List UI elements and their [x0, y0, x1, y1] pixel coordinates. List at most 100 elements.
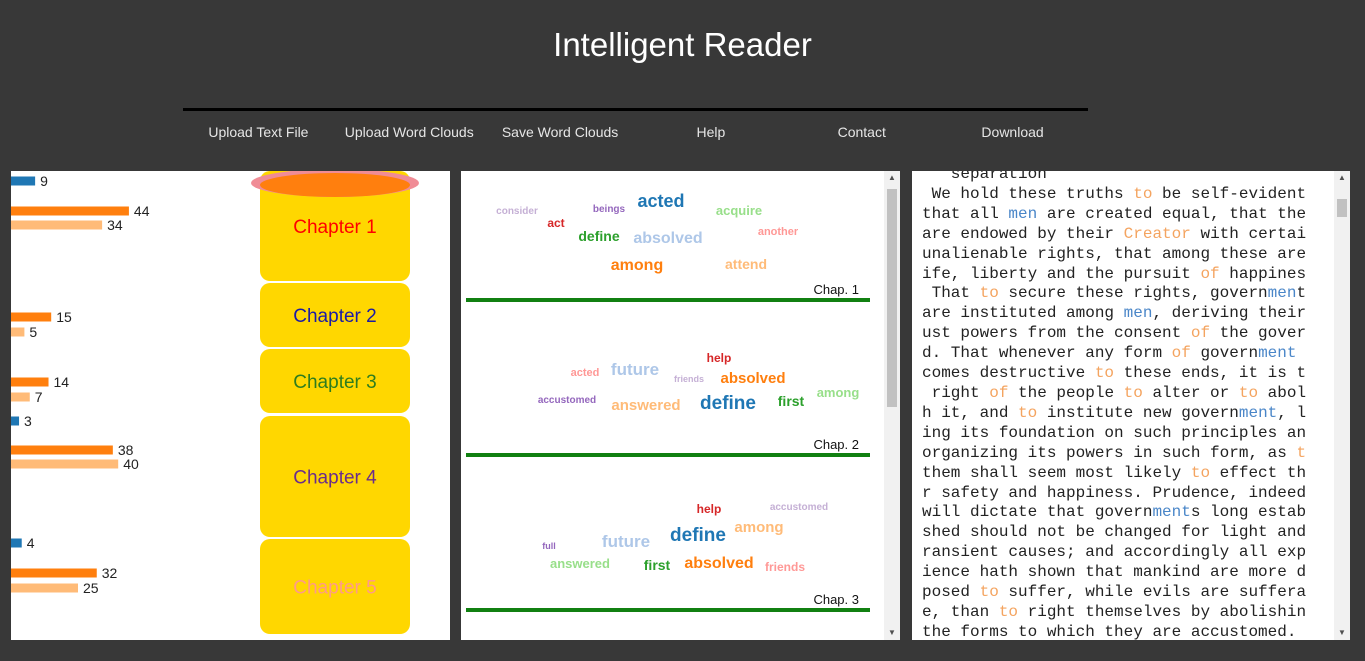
chapter-bar-panel: 9 44 34 15 5 14 7 3 38 40 4 32 25 Chapter 1 Chapter 2C…	[11, 171, 450, 640]
scroll-up-icon[interactable]: ▲	[1334, 171, 1350, 185]
cloud-word[interactable]: first	[778, 393, 805, 409]
reader-line: That to secure these rights, government	[922, 284, 1307, 303]
download-button[interactable]: Download	[937, 108, 1088, 148]
word-cloud-chapter-2[interactable]: help acted future friends absolved among accus…	[466, 351, 870, 457]
reader-scrollbar[interactable]: ▲ ▼	[1334, 171, 1350, 640]
cloud-word[interactable]: among	[734, 519, 783, 536]
reader-line: right of the people to alter or to abol	[922, 383, 1307, 402]
cloud-word[interactable]: define	[700, 393, 756, 414]
chapter-label: Chapter 5	[293, 578, 376, 599]
upload-word-clouds-button[interactable]: Upload Word Clouds	[333, 108, 485, 148]
nav-bar: Upload Text File Upload Word Clouds Save…	[183, 108, 1088, 148]
bar-light_orange	[11, 392, 30, 402]
selected-chapter-cap	[260, 173, 410, 197]
reader-line: d. That whenever any form of government	[922, 344, 1297, 363]
cloud-word[interactable]: answered	[550, 556, 610, 571]
cloud-separator	[466, 298, 870, 302]
word-cloud-panel: consider beings acted acquire act define absol…	[461, 171, 900, 640]
cloud-word[interactable]: friends	[674, 374, 704, 384]
cloud-word[interactable]: beings	[593, 204, 626, 215]
help-button[interactable]: Help	[635, 108, 787, 148]
cloud-word[interactable]: answered	[611, 397, 680, 414]
bar-blue	[11, 176, 36, 186]
cloud-word[interactable]: acted	[637, 191, 684, 211]
scroll-down-icon[interactable]: ▼	[884, 626, 900, 640]
chapter-label: Chapter 1	[293, 217, 376, 238]
cloud-separator	[466, 608, 870, 612]
bar-value-label: 3	[24, 413, 32, 429]
bar-orange	[11, 312, 52, 322]
reader-line: them shall seem most likely to effect th	[922, 463, 1307, 482]
contact-button[interactable]: Contact	[786, 108, 938, 148]
cloud-word[interactable]: another	[758, 226, 799, 238]
bar-orange	[11, 377, 49, 387]
chapter-label: Chapter 2	[293, 306, 376, 327]
bar-blue	[11, 416, 20, 426]
scroll-thumb[interactable]	[887, 189, 897, 407]
cloud-word[interactable]: first	[644, 557, 671, 573]
reader-line: posed to suffer, while evils are sufferа	[922, 583, 1307, 602]
upload-text-file-button[interactable]: Upload Text File	[183, 108, 334, 148]
cloud-word[interactable]: absolved	[633, 230, 702, 247]
cloud-word[interactable]: attend	[725, 256, 767, 272]
bar-orange	[11, 445, 113, 455]
bar-light_orange	[11, 220, 103, 230]
reader-line: ust powers from the consent of the gover	[922, 324, 1307, 343]
reader-line: shed should not be changed for light and	[922, 523, 1307, 542]
cloud-word[interactable]: consider	[496, 206, 538, 217]
save-word-clouds-button[interactable]: Save Word Clouds	[484, 108, 636, 148]
bar-light_orange	[11, 327, 25, 337]
reader-line: e, than to right themselves by abolishin	[922, 602, 1307, 621]
cloud-word[interactable]: among	[817, 385, 860, 400]
bar-value-label: 44	[134, 203, 150, 219]
reader-line: separation	[922, 171, 1047, 183]
reader-line: that all men are created equal, that the	[922, 204, 1307, 223]
word-cloud-chapter-1[interactable]: consider beings acted acquire act define absol…	[466, 191, 870, 302]
chapter-4-button[interactable]: Chapter 4	[260, 416, 410, 537]
chapter-2-button[interactable]: Chapter 2	[260, 283, 410, 347]
bar-value-label: 4	[27, 535, 35, 551]
word-cloud-chapter-3[interactable]: help accustomed among define full future answe…	[466, 502, 870, 612]
cloud-word[interactable]: full	[542, 541, 556, 551]
cloud-word[interactable]: acquire	[716, 203, 762, 218]
reader-line: We hold these truths to be self-evident	[922, 184, 1307, 203]
cloud-word[interactable]: friends	[765, 560, 805, 574]
reader-line: r safety and happiness. Prudence, indeed	[922, 483, 1307, 502]
chapter-bar-chart: 944341551473384043225Chapter 1Chapter 2C…	[11, 171, 419, 634]
reader-line: the forms to which they are accustomed.	[922, 622, 1297, 640]
cloud-word[interactable]: define	[578, 228, 619, 244]
bar-value-label: 34	[107, 217, 123, 233]
bar-value-label: 5	[29, 324, 37, 340]
bar-value-label: 25	[83, 580, 99, 596]
cloud-word[interactable]: acted	[571, 367, 600, 379]
cloud-word[interactable]: accustomed	[770, 502, 828, 513]
bar-value-label: 15	[56, 309, 72, 325]
cloud-separator	[466, 453, 870, 457]
cloud-word[interactable]: future	[602, 532, 650, 551]
scroll-down-icon[interactable]: ▼	[1334, 626, 1350, 640]
cloud-word[interactable]: absolved	[684, 555, 753, 572]
cloud-word[interactable]: among	[611, 257, 663, 274]
cloud-word[interactable]: absolved	[720, 370, 785, 387]
cloud-word[interactable]: help	[697, 502, 722, 516]
chapter-label: Chapter 3	[293, 372, 376, 393]
cloud-label: Chap. 2	[813, 437, 859, 452]
bar-light_orange	[11, 583, 78, 593]
word-cloud-scrollbar[interactable]: ▲ ▼	[884, 171, 900, 640]
scroll-up-icon[interactable]: ▲	[884, 171, 900, 185]
cloud-label: Chap. 3	[813, 592, 859, 607]
reader-line: ing its foundation on such principles an	[922, 423, 1307, 442]
cloud-word[interactable]: define	[670, 525, 726, 546]
bar-orange	[11, 568, 97, 578]
cloud-word[interactable]: help	[707, 351, 732, 365]
bar-value-label: 9	[40, 173, 48, 189]
cloud-word[interactable]: act	[547, 216, 564, 230]
chapter-3-button[interactable]: Chapter 3	[260, 349, 410, 413]
chapter-5-button[interactable]: Chapter 5	[260, 539, 410, 634]
bar-value-label: 14	[54, 374, 70, 390]
scroll-thumb[interactable]	[1337, 199, 1347, 217]
bar-value-label: 7	[35, 389, 43, 405]
bar-value-label: 32	[102, 565, 118, 581]
cloud-word[interactable]: accustomed	[538, 395, 596, 406]
cloud-word[interactable]: future	[611, 360, 659, 379]
